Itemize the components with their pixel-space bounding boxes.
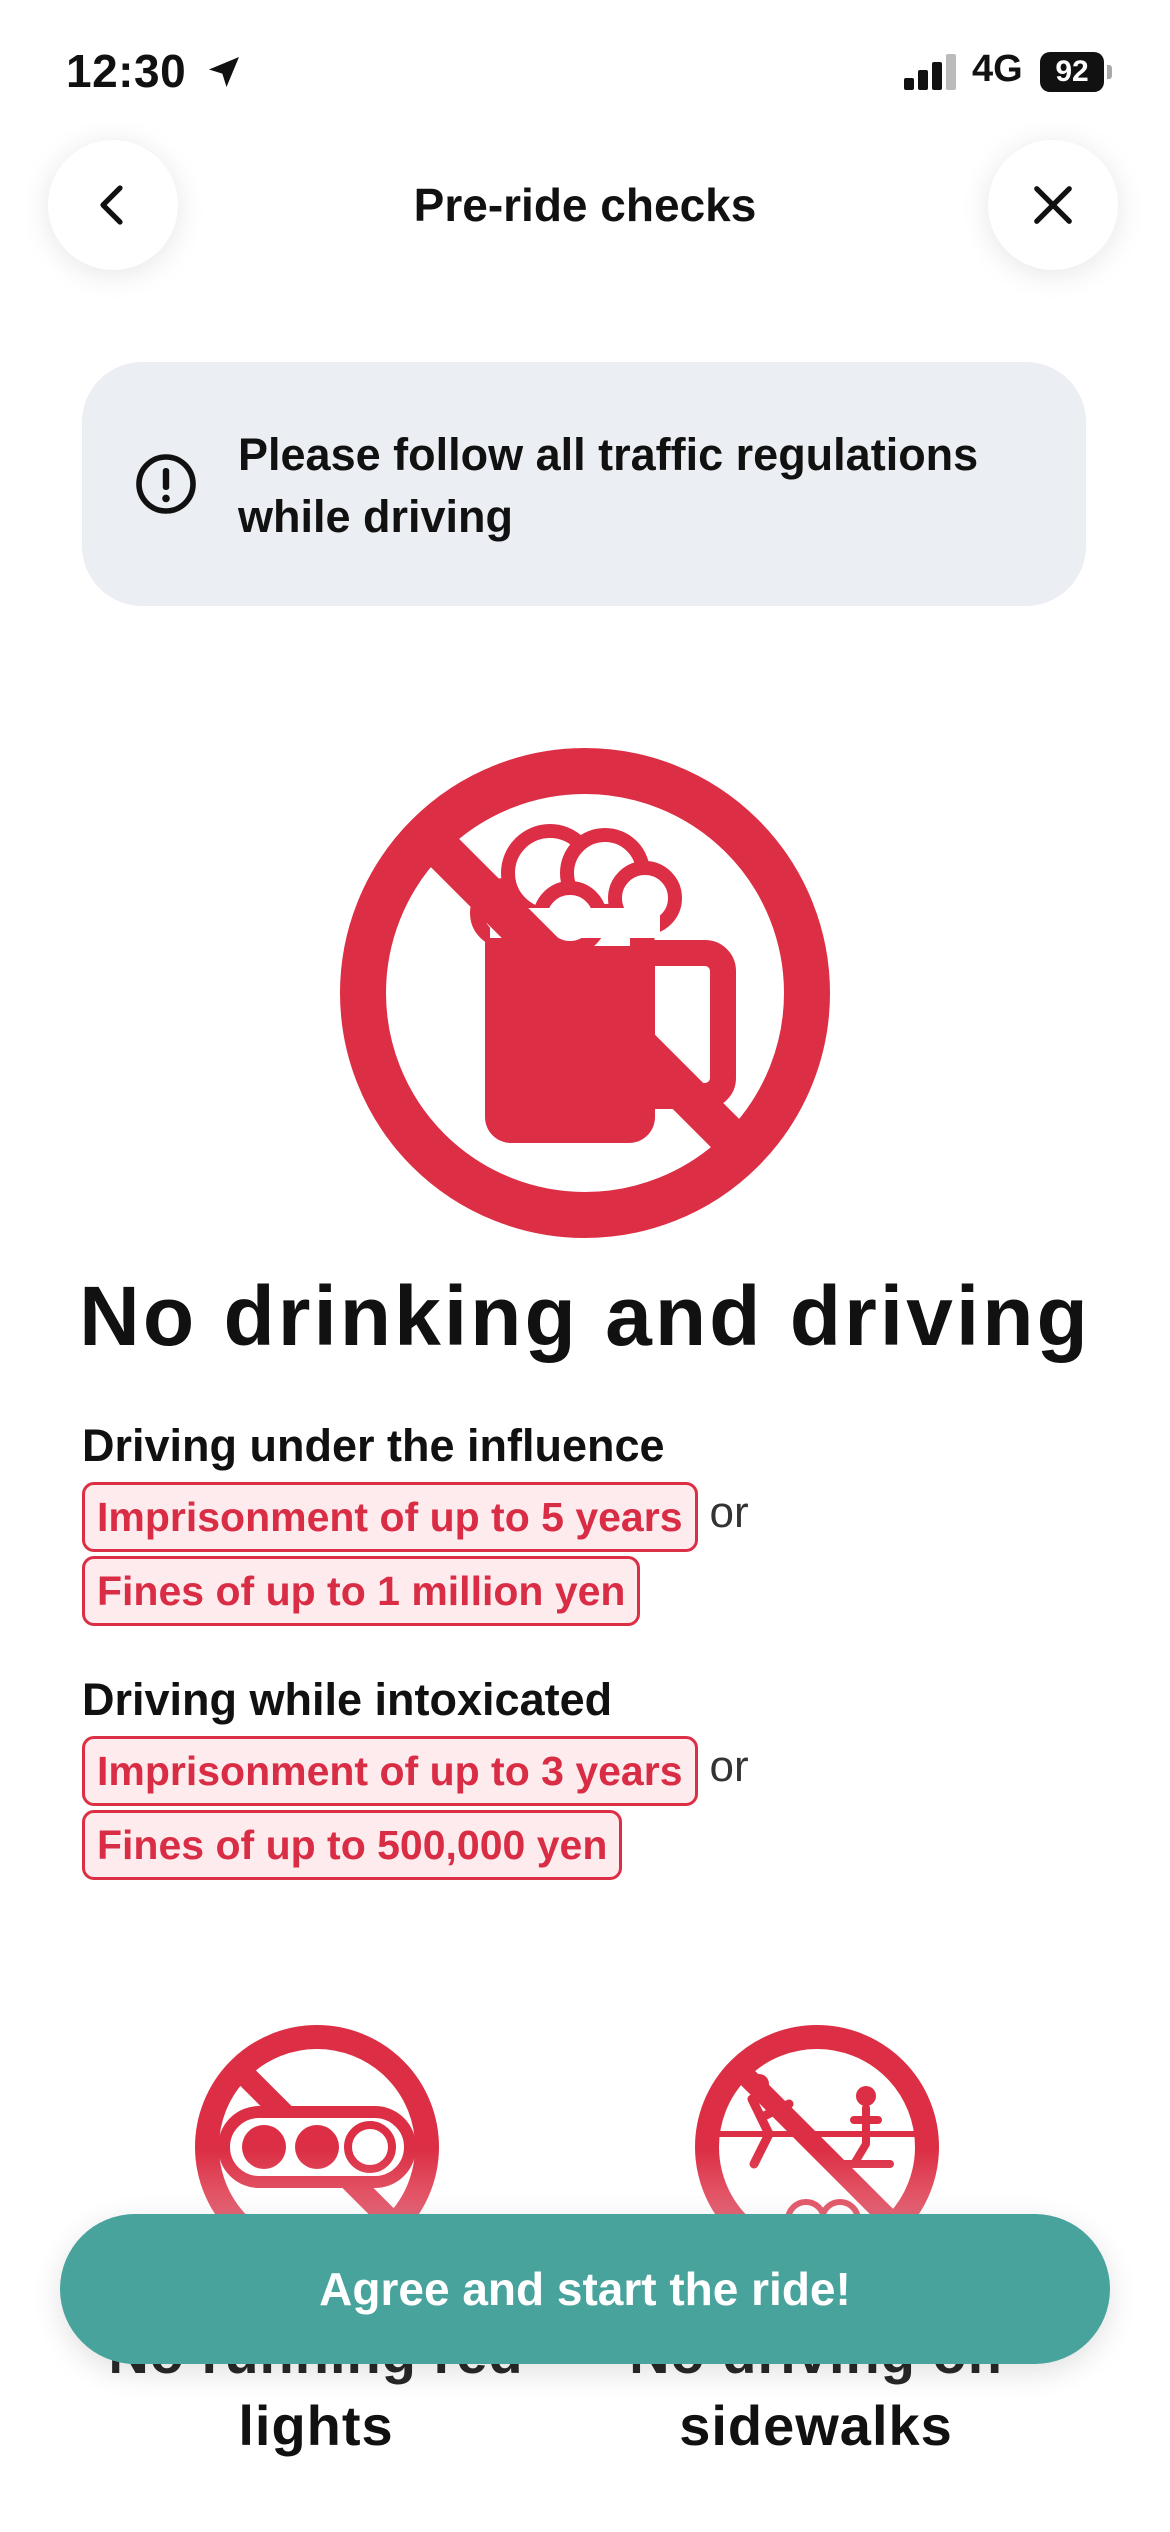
traffic-notice-banner: Please follow all traffic regulations wh… xyxy=(82,362,1086,606)
fine-tag: Fines of up to 1 million yen xyxy=(82,1556,641,1626)
penalty-title: Driving under the influence xyxy=(82,1420,665,1471)
close-icon xyxy=(1034,186,1072,224)
no-alcohol-icon xyxy=(340,748,830,1238)
rule-label-line2: sidewalks xyxy=(679,2394,953,2457)
battery-icon: 92 xyxy=(1040,52,1112,92)
network-type: 4G xyxy=(972,48,1023,90)
agree-start-ride-button[interactable]: Agree and start the ride! xyxy=(60,2214,1110,2364)
battery-tip xyxy=(1107,65,1112,79)
main-rule-heading: No drinking and driving xyxy=(79,1269,1091,1363)
or-connector: or xyxy=(709,1488,749,1537)
imprisonment-tag: Imprisonment of up to 3 years xyxy=(82,1736,698,1806)
status-time: 12:30 xyxy=(66,45,187,97)
exclamation-circle-icon xyxy=(136,454,196,514)
fine-tag: Fines of up to 500,000 yen xyxy=(82,1810,623,1880)
location-arrow-icon xyxy=(209,57,239,87)
notice-text: Please follow all traffic regulations wh… xyxy=(238,429,979,542)
close-button[interactable] xyxy=(988,140,1118,270)
or-connector: or xyxy=(709,1742,749,1791)
penalty-title: Driving while intoxicated xyxy=(82,1674,613,1725)
penalty-section-dui: Driving under the influence Imprisonment… xyxy=(82,1412,1082,1628)
penalty-section-dwi: Driving while intoxicated Imprisonment o… xyxy=(82,1666,1082,1882)
status-bar: 12:30 4G 92 xyxy=(0,0,1170,150)
nav-header: Pre-ride checks xyxy=(0,140,1170,270)
battery-level: 92 xyxy=(1040,52,1104,92)
rule-label-line2: lights xyxy=(238,2394,394,2457)
imprisonment-tag: Imprisonment of up to 5 years xyxy=(82,1482,698,1552)
cellular-signal-icon xyxy=(904,54,956,90)
